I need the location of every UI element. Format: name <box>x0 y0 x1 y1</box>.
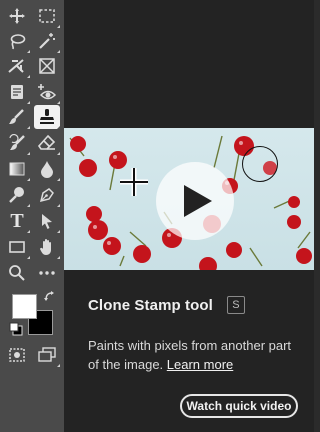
magic-wand-icon <box>39 33 55 49</box>
play-icon <box>184 185 212 217</box>
healing-brush-tool[interactable] <box>4 105 30 129</box>
history-brush-tool[interactable] <box>4 131 30 155</box>
default-colors-icon[interactable] <box>9 322 23 336</box>
note-icon <box>11 85 23 99</box>
shortcut-key-badge: S <box>226 296 245 314</box>
rectangle-tool[interactable] <box>4 235 30 259</box>
type-icon: T <box>10 210 24 232</box>
learn-more-link[interactable]: Learn more <box>167 357 233 372</box>
eraser-icon <box>38 134 56 150</box>
path-selection-tool[interactable] <box>34 209 60 233</box>
foreground-color-swatch[interactable] <box>12 294 37 319</box>
type-tool[interactable]: T <box>4 209 30 233</box>
crosshair-cursor-icon <box>120 168 148 196</box>
hand-tool[interactable] <box>34 235 60 259</box>
eraser-tool[interactable] <box>34 131 60 155</box>
frame-tool[interactable] <box>34 54 60 78</box>
marquee-icon <box>39 9 55 23</box>
dodge-icon <box>9 187 24 203</box>
healing-brush-icon <box>9 109 24 124</box>
zoom-icon <box>9 265 25 281</box>
pen-icon <box>39 188 54 203</box>
droplet-icon <box>41 161 53 178</box>
clone-stamp-tool[interactable] <box>34 105 60 129</box>
tool-description-block: Paints with pixels from another part of … <box>88 336 303 374</box>
red-eye-icon <box>38 84 57 100</box>
quick-mask-icon <box>9 348 25 362</box>
move-icon <box>9 8 25 24</box>
red-eye-tool[interactable] <box>34 80 60 104</box>
screen-mode-button[interactable] <box>34 343 60 367</box>
marquee-tool[interactable] <box>34 4 60 28</box>
lasso-icon <box>10 34 26 50</box>
dodge-tool[interactable] <box>4 183 30 207</box>
tutorial-video-preview[interactable] <box>64 128 314 270</box>
screen-mode-icon <box>38 347 56 362</box>
magic-wand-tool[interactable] <box>34 29 60 53</box>
note-tool[interactable] <box>4 80 30 104</box>
tool-tooltip-panel: Clone Stamp tool S Paints with pixels fr… <box>64 0 314 432</box>
swap-colors-icon[interactable] <box>44 291 56 303</box>
watch-quick-video-button[interactable]: Watch quick video <box>180 394 298 418</box>
gradient-tool[interactable] <box>4 157 30 181</box>
frame-icon <box>39 58 55 74</box>
tools-panel: T <box>0 0 64 432</box>
brush-cursor-icon <box>242 146 278 182</box>
history-brush-icon <box>9 134 25 150</box>
blur-tool[interactable] <box>34 157 60 181</box>
move-tool[interactable] <box>4 4 30 28</box>
tool-title: Clone Stamp tool <box>88 296 213 314</box>
zoom-tool[interactable] <box>4 261 30 285</box>
lasso-tool[interactable] <box>4 29 30 53</box>
rectangle-icon <box>9 241 25 253</box>
pen-tool[interactable] <box>34 183 60 207</box>
crop-tool[interactable] <box>4 54 30 78</box>
tooltip-header: Clone Stamp tool S <box>88 296 245 314</box>
quick-mask-button[interactable] <box>4 343 30 367</box>
arrow-icon <box>42 214 52 229</box>
more-tools[interactable] <box>34 261 60 285</box>
more-icon <box>39 271 55 275</box>
gradient-icon <box>9 162 25 176</box>
crop-icon <box>8 59 24 73</box>
hand-icon <box>40 239 51 255</box>
clone-stamp-icon <box>40 109 54 124</box>
